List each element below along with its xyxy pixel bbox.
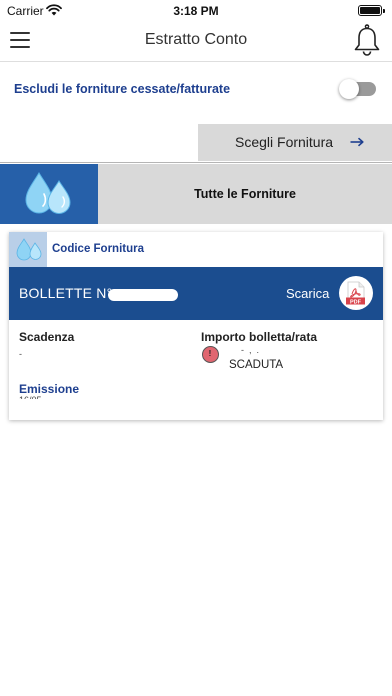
filter-row: Escludi le forniture cessate/fatturate: [0, 62, 392, 120]
all-supplies-tab[interactable]: Tutte le Forniture: [98, 164, 392, 224]
water-drops-icon: [0, 164, 98, 224]
all-supplies-label: Tutte le Forniture: [194, 187, 296, 201]
redacted-number: [108, 289, 178, 301]
due-date-label: Scadenza: [19, 330, 75, 344]
bell-icon[interactable]: [352, 23, 382, 57]
bill-number-label: BOLLETTE N°: [19, 285, 113, 301]
battery-icon: [358, 5, 385, 16]
amount-value: - , .: [241, 345, 259, 355]
alert-count: !: [208, 349, 212, 358]
toggle-knob: [339, 79, 359, 99]
status-bar: Carrier 3:18 PM: [0, 0, 392, 22]
supply-selector: Tutte le Forniture: [0, 162, 392, 224]
status-badge: SCADUTA: [229, 359, 284, 371]
card-header: Codice Fornitura: [9, 232, 383, 267]
page-title: Estratto Conto: [144, 31, 248, 48]
water-drops-small-icon: [9, 232, 47, 267]
emission-label: Emissione: [19, 382, 80, 396]
status-time: 3:18 PM: [173, 4, 219, 18]
download-label[interactable]: Scarica: [286, 286, 329, 301]
supply-code-label: Codice Fornitura: [52, 243, 145, 255]
bill-card: Codice Fornitura BOLLETTE N° Scarica PDF…: [9, 232, 383, 420]
exclude-ceased-toggle[interactable]: [339, 79, 376, 99]
amount-label: Importo bolletta/rata: [201, 330, 318, 344]
choose-supply-button[interactable]: Scegli Fornitura: [198, 124, 392, 161]
pdf-download-button[interactable]: PDF: [339, 276, 373, 310]
arrow-right-icon: [350, 137, 364, 147]
nav-bar: Estratto Conto: [0, 22, 392, 62]
emission-value: 16/05: [19, 395, 42, 399]
choose-supply-label: Scegli Fornitura: [235, 134, 334, 150]
pdf-icon: PDF: [346, 281, 365, 305]
due-date-value: -: [19, 349, 22, 359]
pdf-icon-text: PDF: [350, 299, 362, 305]
alert-icon: !: [202, 346, 219, 363]
exclude-ceased-label: Escludi le forniture cessate/fatturate: [14, 82, 231, 96]
bill-band: BOLLETTE N° Scarica PDF: [9, 267, 383, 320]
